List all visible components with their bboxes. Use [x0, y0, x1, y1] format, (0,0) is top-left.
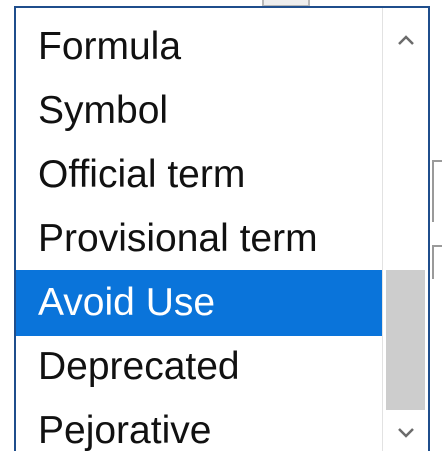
vertical-scrollbar[interactable]	[382, 8, 428, 451]
dropdown-option-deprecated[interactable]: Deprecated	[16, 334, 382, 400]
dropdown-options: Formula Symbol Official term Provisional…	[16, 8, 382, 451]
scroll-track[interactable]	[386, 70, 425, 413]
chevron-up-icon	[397, 35, 414, 45]
dropdown-option-provisional-term[interactable]: Provisional term	[16, 206, 382, 272]
scroll-up-button[interactable]	[383, 20, 428, 60]
scroll-down-button[interactable]	[383, 413, 428, 451]
dropdown-list[interactable]: Formula Symbol Official term Provisional…	[14, 6, 430, 451]
background-control-edge	[432, 160, 442, 222]
screen: Formula Symbol Official term Provisional…	[0, 0, 442, 451]
dropdown-option-pejorative[interactable]: Pejorative	[16, 398, 382, 451]
dropdown-option-official-term[interactable]: Official term	[16, 142, 382, 208]
chevron-down-icon	[397, 428, 414, 438]
scroll-thumb[interactable]	[386, 270, 425, 410]
background-control-edge-lower	[432, 245, 442, 279]
dropdown-option-avoid-use[interactable]: Avoid Use	[16, 270, 382, 336]
dropdown-option-symbol[interactable]: Symbol	[16, 78, 382, 144]
dropdown-option-formula[interactable]: Formula	[16, 14, 382, 80]
